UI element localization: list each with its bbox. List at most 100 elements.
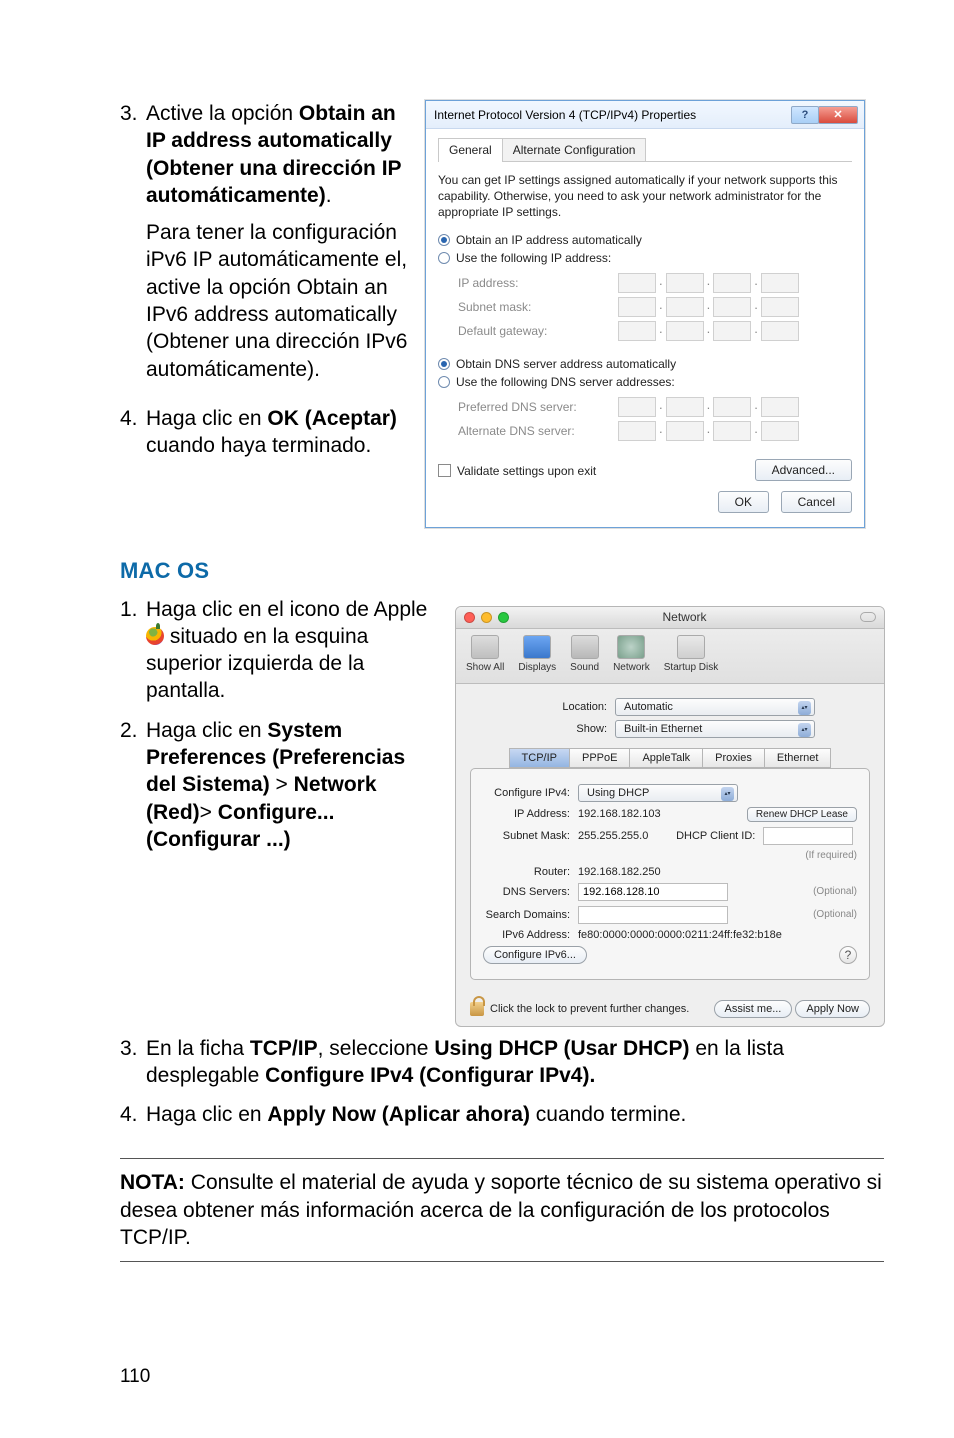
dhcp-client-id-label: DHCP Client ID: bbox=[668, 830, 763, 842]
configure-ipv6-button[interactable]: Configure IPv6... bbox=[483, 946, 587, 964]
tab-pppoe[interactable]: PPPoE bbox=[570, 748, 630, 768]
page: 3. Active la opción Obtain an IP address… bbox=[0, 0, 954, 1302]
step-number: 3. bbox=[120, 1035, 146, 1090]
dns-fields-disabled: Preferred DNS server: ... Alternate DNS … bbox=[438, 391, 852, 447]
text: . bbox=[326, 184, 332, 207]
dialog-tabs: General Alternate Configuration bbox=[438, 137, 852, 162]
step-body: Active la opción Obtain an IP address au… bbox=[146, 100, 410, 393]
minimize-light[interactable] bbox=[481, 612, 492, 623]
note: NOTA: Consulte el material de ayuda y so… bbox=[120, 1159, 884, 1261]
text: Haga clic en el icono de Apple bbox=[146, 598, 427, 621]
label: Default gateway: bbox=[458, 324, 608, 338]
tab-appletalk[interactable]: AppleTalk bbox=[630, 748, 703, 768]
close-button[interactable]: ✕ bbox=[818, 106, 858, 124]
search-domains-input[interactable] bbox=[578, 906, 728, 924]
tab-alternate[interactable]: Alternate Configuration bbox=[502, 138, 647, 162]
dhcp-client-id-input[interactable] bbox=[763, 827, 853, 845]
radio-icon bbox=[438, 358, 450, 370]
tcpip-panel: Configure IPv4: Using DHCP▴▾ IP Address:… bbox=[470, 768, 870, 980]
dialog-description: You can get IP settings assigned automat… bbox=[438, 172, 852, 221]
radio-icon bbox=[438, 376, 450, 388]
toolbar-sound[interactable]: Sound bbox=[570, 635, 599, 673]
lock-icon bbox=[470, 1002, 484, 1016]
radio-label: Use the following DNS server addresses: bbox=[456, 375, 675, 389]
value: Automatic bbox=[624, 701, 673, 713]
toolbar-pill[interactable] bbox=[860, 612, 876, 622]
label: Show All bbox=[466, 662, 504, 673]
advanced-button[interactable]: Advanced... bbox=[755, 459, 852, 481]
macos-right-column: Network Show All Displays Sound Network … bbox=[455, 596, 885, 1027]
text: En la ficha bbox=[146, 1037, 250, 1060]
renew-dhcp-button[interactable]: Renew DHCP Lease bbox=[747, 807, 857, 822]
page-number: 110 bbox=[120, 1366, 150, 1388]
dialog-title: Internet Protocol Version 4 (TCP/IPv4) P… bbox=[434, 108, 696, 122]
configure-ipv4-popup[interactable]: Using DHCP▴▾ bbox=[578, 784, 738, 802]
validate-checkbox[interactable]: Validate settings upon exit bbox=[438, 464, 596, 478]
apple-icon bbox=[146, 627, 164, 645]
optional-hint: (Optional) bbox=[813, 909, 857, 920]
subnet-mask-field: ... bbox=[618, 297, 799, 317]
ip-address-label: IP Address: bbox=[483, 808, 578, 820]
text: Haga clic en bbox=[146, 407, 267, 430]
lock-area[interactable]: Click the lock to prevent further change… bbox=[470, 1002, 689, 1016]
step-number: 4. bbox=[120, 1101, 146, 1128]
tab-proxies[interactable]: Proxies bbox=[703, 748, 765, 768]
toolbar-network[interactable]: Network bbox=[613, 635, 650, 673]
configure-ipv4-label: Configure IPv4: bbox=[483, 787, 578, 799]
ip-address-field: ... bbox=[618, 273, 799, 293]
step-number: 3. bbox=[120, 100, 146, 393]
gateway-field: ... bbox=[618, 321, 799, 341]
ok-button[interactable]: OK bbox=[718, 491, 769, 513]
mac-tabs: TCP/IP PPPoE AppleTalk Proxies Ethernet bbox=[470, 748, 870, 768]
radio-icon bbox=[438, 252, 450, 264]
tab-tcpip[interactable]: TCP/IP bbox=[509, 748, 570, 768]
note-text: Consulte el material de ayuda y soporte … bbox=[120, 1171, 882, 1249]
radio-obtain-ip[interactable]: Obtain an IP address automatically bbox=[438, 231, 852, 249]
chevron-updown-icon: ▴▾ bbox=[798, 723, 811, 737]
text: Haga clic en bbox=[146, 1103, 267, 1126]
client-id-hint: (If required) bbox=[805, 850, 857, 861]
radio-use-dns[interactable]: Use the following DNS server addresses: bbox=[438, 373, 852, 391]
bold-text: Apply Now (Aplicar ahora) bbox=[267, 1103, 530, 1126]
location-popup[interactable]: Automatic ▴▾ bbox=[615, 698, 815, 716]
help-button[interactable]: ? bbox=[791, 106, 819, 124]
radio-obtain-dns[interactable]: Obtain DNS server address automatically bbox=[438, 355, 852, 373]
step-number: 1. bbox=[120, 596, 146, 705]
ip-fields-disabled: IP address: ... Subnet mask: ... Default… bbox=[438, 267, 852, 347]
router-label: Router: bbox=[483, 866, 578, 878]
help-icon: ? bbox=[802, 109, 809, 121]
toolbar-showall[interactable]: Show All bbox=[466, 635, 504, 673]
label: Sound bbox=[570, 662, 599, 673]
dialog-body: General Alternate Configuration You can … bbox=[426, 129, 864, 527]
tab-general[interactable]: General bbox=[438, 138, 503, 162]
cancel-button[interactable]: Cancel bbox=[781, 491, 852, 513]
toolbar-displays[interactable]: Displays bbox=[518, 635, 556, 673]
ipv6-address-label: IPv6 Address: bbox=[483, 929, 578, 941]
radio-use-ip[interactable]: Use the following IP address: bbox=[438, 249, 852, 267]
tab-ethernet[interactable]: Ethernet bbox=[765, 748, 832, 768]
macos-heading: MAC OS bbox=[120, 558, 884, 584]
apply-now-button[interactable]: Apply Now bbox=[795, 1000, 870, 1018]
step-body: Haga clic en OK (Aceptar) cuando haya te… bbox=[146, 405, 410, 470]
value: Built-in Ethernet bbox=[624, 723, 702, 735]
toolbar-startup[interactable]: Startup Disk bbox=[664, 635, 718, 673]
bold-text: OK (Aceptar) bbox=[267, 407, 397, 430]
step-4: 4. Haga clic en OK (Aceptar) cuando haya… bbox=[120, 405, 410, 470]
close-light[interactable] bbox=[464, 612, 475, 623]
show-popup[interactable]: Built-in Ethernet ▴▾ bbox=[615, 720, 815, 738]
subnet-mask-label: Subnet Mask: bbox=[483, 830, 578, 842]
text: > bbox=[270, 773, 294, 796]
help-icon[interactable]: ? bbox=[839, 946, 857, 964]
bold-text: Using DHCP (Usar DHCP) bbox=[434, 1037, 689, 1060]
text: Active la opción bbox=[146, 102, 299, 125]
step-body: Haga clic en System Preferences (Prefere… bbox=[146, 717, 440, 853]
macos-row: 1. Haga clic en el icono de Apple situad… bbox=[120, 596, 884, 1027]
dns-servers-input[interactable] bbox=[578, 883, 728, 901]
chevron-updown-icon: ▴▾ bbox=[798, 701, 811, 715]
label: IP address: bbox=[458, 276, 608, 290]
text: > bbox=[200, 801, 218, 824]
show-label: Show: bbox=[525, 723, 615, 735]
zoom-light[interactable] bbox=[498, 612, 509, 623]
assist-button[interactable]: Assist me... bbox=[714, 1000, 793, 1018]
chevron-updown-icon: ▴▾ bbox=[721, 787, 734, 801]
